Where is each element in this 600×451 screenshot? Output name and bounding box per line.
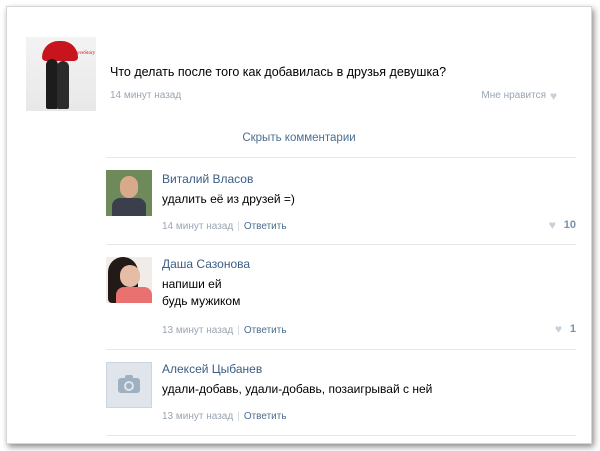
post-text: Что делать после того как добавилась в д… [110, 65, 447, 79]
heart-icon: ♥ [554, 322, 562, 336]
camera-icon [118, 374, 140, 393]
reply-link[interactable]: Ответить [244, 221, 287, 232]
comment-meta: 13 минут назад | Ответить [162, 411, 287, 422]
avatar[interactable] [106, 257, 152, 303]
comment-author[interactable]: Даша Сазонова [162, 257, 250, 271]
comment-meta: 13 минут назад | Ответить [162, 325, 287, 336]
person-silhouette [57, 61, 69, 109]
photo-logo: LoveStory [74, 51, 96, 56]
divider [106, 157, 576, 158]
post-timestamp[interactable]: 14 минут назад [110, 90, 181, 101]
post-like-button[interactable]: Мне нравится ♥ [481, 88, 561, 103]
divider [106, 349, 576, 350]
comment-text: удали-добавь, удали-добавь, позаигрывай … [162, 382, 433, 396]
post-card: LoveStory Что делать после того как доба… [6, 6, 592, 444]
comment-text-line: напиши ей [162, 277, 222, 291]
comment-timestamp[interactable]: 13 минут назад [162, 411, 233, 422]
comment-like-button[interactable]: ♥ 1 [555, 323, 576, 335]
umbrella-graphic [42, 41, 78, 61]
heart-icon: ♥ [550, 88, 558, 103]
divider [106, 244, 576, 245]
comment-author[interactable]: Виталий Власов [162, 172, 253, 186]
like-label: Мне нравится [481, 90, 546, 101]
comment-author[interactable]: Алексей Цыбанев [162, 362, 262, 376]
hide-comments-link[interactable]: Скрыть комментарии [7, 132, 591, 144]
comment-timestamp[interactable]: 14 минут назад [162, 221, 233, 232]
like-count: 10 [563, 219, 576, 231]
reply-link[interactable]: Ответить [244, 325, 287, 336]
divider [106, 435, 576, 436]
avatar[interactable] [106, 170, 152, 216]
like-count: 1 [569, 323, 576, 335]
comment-timestamp[interactable]: 13 минут назад [162, 325, 233, 336]
comment-meta: 14 минут назад | Ответить [162, 221, 287, 232]
camera-placeholder-avatar[interactable] [106, 362, 152, 408]
comment-like-button[interactable]: ♥ 10 [549, 219, 576, 231]
heart-icon: ♥ [548, 218, 556, 232]
comment-text-line: будь мужиком [162, 294, 241, 308]
comment-text: удалить её из друзей =) [162, 192, 295, 206]
post-photo[interactable]: LoveStory [26, 37, 96, 111]
comment-item: Виталий Власов удалить её из друзей =) 1… [106, 170, 576, 250]
comment-item: Алексей Цыбанев удали-добавь, удали-доба… [106, 360, 576, 440]
reply-link[interactable]: Ответить [244, 411, 287, 422]
comment-item: Даша Сазонова напиши ей будь мужиком 13 … [106, 255, 576, 350]
